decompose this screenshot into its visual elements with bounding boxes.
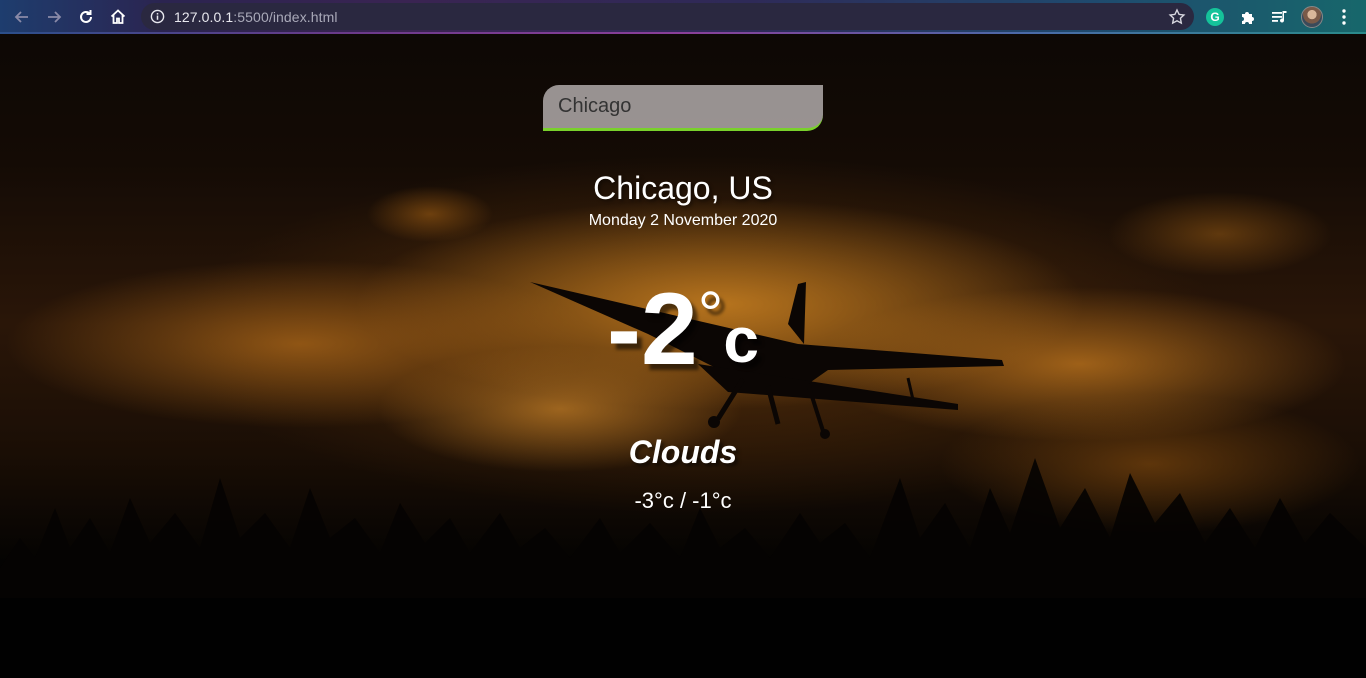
kebab-menu-icon	[1342, 9, 1346, 25]
url-text[interactable]: 127.0.0.1:5500/index.html	[174, 9, 338, 25]
temperature-unit: c	[723, 304, 759, 376]
browser-toolbar: 127.0.0.1:5500/index.html G	[0, 0, 1366, 34]
url-host: 127.0.0.1	[174, 9, 234, 25]
puzzle-icon	[1242, 12, 1254, 24]
hi-low-temperature: -3°c / -1°c	[634, 488, 732, 513]
reload-button[interactable]	[74, 5, 98, 29]
forward-button[interactable]	[42, 5, 66, 29]
current-date: Monday 2 November 2020	[588, 212, 778, 229]
home-icon	[110, 9, 126, 24]
back-button[interactable]	[10, 5, 34, 29]
temperature-degree: °	[697, 278, 724, 350]
arrow-right-icon	[48, 11, 62, 23]
weather-app: Chicago, US Monday 2 November 2020 -2°c …	[0, 34, 1366, 678]
location-title: Chicago, US	[593, 170, 773, 206]
url-path: :5500/index.html	[233, 9, 338, 25]
temperature-value: -2	[607, 272, 698, 386]
home-button[interactable]	[106, 5, 130, 29]
city-search-input[interactable]	[543, 85, 823, 131]
media-queue-icon	[1272, 11, 1287, 23]
media-button[interactable]	[1270, 7, 1290, 27]
arrow-left-icon	[14, 11, 28, 23]
temperature: -2°c	[0, 278, 1366, 380]
extensions-button[interactable]	[1238, 7, 1258, 27]
address-bar[interactable]: 127.0.0.1:5500/index.html	[141, 3, 1194, 30]
reload-icon	[80, 10, 92, 23]
info-icon[interactable]	[150, 9, 165, 24]
avatar[interactable]	[1301, 6, 1323, 28]
star-icon[interactable]	[1168, 8, 1186, 26]
grammarly-icon[interactable]: G	[1206, 8, 1224, 26]
weather-condition: Clouds	[628, 434, 738, 470]
menu-button[interactable]	[1334, 7, 1354, 27]
